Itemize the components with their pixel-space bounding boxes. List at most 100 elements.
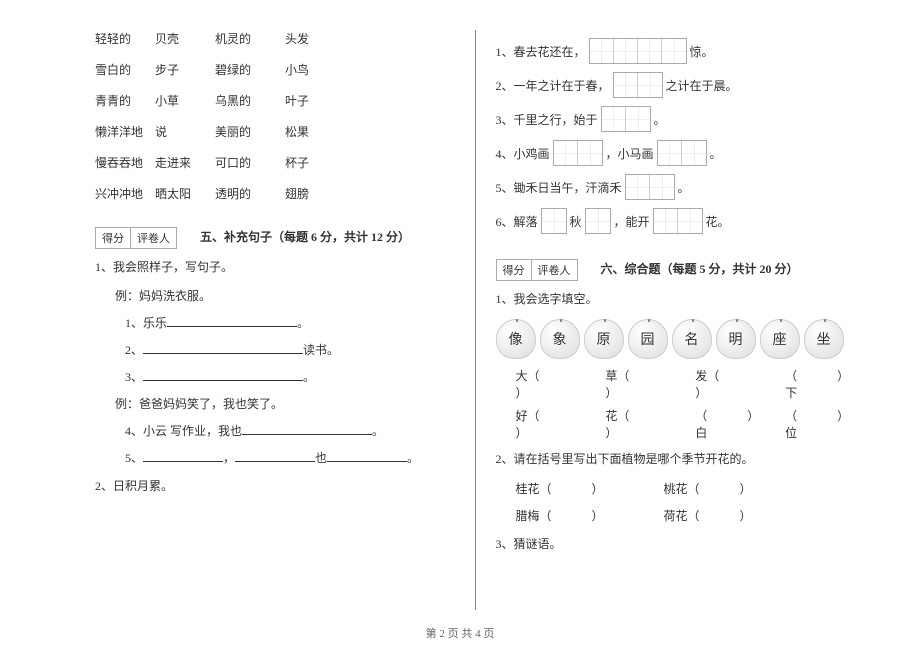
blank-suffix: 。	[303, 370, 315, 384]
fill-text: 4、小鸡画	[496, 145, 550, 162]
plant: 桂花（	[516, 482, 552, 496]
score-box: 得分 评卷人	[496, 259, 578, 281]
fill-1[interactable]: 1、春去花还在， 惊。	[496, 38, 856, 64]
apple-choice: 坐	[804, 319, 844, 359]
choice: 大（	[516, 369, 540, 383]
choice: 花（	[605, 409, 629, 423]
example-1: 例：妈妈洗衣服。	[115, 287, 455, 304]
choice: 发（	[695, 369, 719, 383]
blank-3[interactable]: 3、。	[125, 368, 455, 385]
char-grid[interactable]	[589, 38, 687, 64]
score-box: 得分 评卷人	[95, 227, 177, 249]
blank-1[interactable]: 1、乐乐。	[125, 314, 455, 331]
fill-text: 5、锄禾日当午，汗滴禾	[496, 179, 622, 196]
apple-choice: 座	[760, 319, 800, 359]
plant-end: ）	[592, 509, 604, 523]
blank-also: 也	[315, 451, 327, 465]
blank-prefix: 2、	[125, 343, 143, 357]
section-6-title: 六、综合题（每题 5 分，共计 20 分）	[601, 262, 799, 276]
fill-5[interactable]: 5、锄禾日当午，汗滴禾 。	[496, 174, 856, 200]
plant: 腊梅（	[516, 509, 552, 523]
blank-5[interactable]: 5、，也。	[125, 449, 455, 466]
fill-text: 之计在于晨。	[666, 77, 738, 94]
choice: （	[695, 409, 707, 423]
word: 晒太阳	[155, 185, 215, 202]
blank-suffix: 。	[407, 451, 419, 465]
grader-label: 评卷人	[532, 260, 577, 280]
fill-6[interactable]: 6、解落 秋 ，能开 花。	[496, 208, 856, 234]
q6-2-prompt: 2、请在括号里写出下面植物是哪个季节开花的。	[496, 449, 856, 471]
choice: （	[785, 409, 797, 423]
blank-suffix: 读书。	[303, 343, 339, 357]
fill-2[interactable]: 2、一年之计在于春， 之计在于晨。	[496, 72, 856, 98]
word: 兴冲冲地	[95, 185, 155, 202]
word: 美丽的	[215, 123, 285, 140]
char-grid[interactable]	[657, 140, 707, 166]
apple-choice: 原	[584, 319, 624, 359]
section-5-title: 五、补充句子（每题 6 分，共计 12 分）	[200, 230, 410, 244]
word: 可口的	[215, 154, 285, 171]
q2-prompt: 2、日积月累。	[95, 476, 455, 498]
word: 小草	[155, 92, 215, 109]
fill-text: ，能开	[614, 213, 650, 230]
apple-choice: 明	[716, 319, 756, 359]
grader-label: 评卷人	[131, 228, 176, 248]
blank-suffix: 。	[372, 424, 384, 438]
word: 松果	[285, 123, 345, 140]
char-grid[interactable]	[653, 208, 703, 234]
choice: （	[785, 369, 797, 383]
blank-2[interactable]: 2、 读书。	[125, 341, 455, 358]
blank-4[interactable]: 4、小云 写作业，我也。	[125, 422, 455, 439]
plant-row-2[interactable]: 腊梅（） 荷花（）	[516, 507, 856, 524]
score-label: 得分	[497, 260, 532, 280]
word: 慢吞吞地	[95, 154, 155, 171]
char-grid[interactable]	[613, 72, 663, 98]
choice-end: ）	[695, 386, 707, 400]
example-2: 例：爸爸妈妈笑了，我也笑了。	[115, 395, 455, 412]
word: 步子	[155, 61, 215, 78]
choice-end: ）	[516, 386, 528, 400]
word: 透明的	[215, 185, 285, 202]
q6-3-prompt: 3、猜谜语。	[496, 534, 856, 556]
choice: 草（	[605, 369, 629, 383]
char-grid[interactable]	[541, 208, 567, 234]
char-grid[interactable]	[553, 140, 603, 166]
q6-1-prompt: 1、我会选字填空。	[496, 289, 856, 311]
apple-choice: 象	[540, 319, 580, 359]
left-column: 轻轻的 贝壳 机灵的 头发 雪白的 步子 碧绿的 小鸟 青青的 小草 乌黑的 叶…	[80, 30, 470, 610]
fill-text: 。	[654, 111, 666, 128]
char-grid[interactable]	[585, 208, 611, 234]
fill-4[interactable]: 4、小鸡画 ，小马画 。	[496, 140, 856, 166]
choice-end: ）	[605, 426, 617, 440]
choice-row-1[interactable]: 大（） 草（） 发（） （）下	[516, 367, 856, 401]
apple-choice: 像	[496, 319, 536, 359]
char-grid[interactable]	[601, 106, 651, 132]
right-column: 1、春去花还在， 惊。 2、一年之计在于春， 之计在于晨。 3、千里之行，始于 …	[481, 30, 871, 610]
fill-text: 惊。	[690, 43, 714, 60]
fill-3[interactable]: 3、千里之行，始于 。	[496, 106, 856, 132]
fill-text: ，小马画	[606, 145, 654, 162]
apple-choice: 名	[672, 319, 712, 359]
plant-end: ）	[592, 482, 604, 496]
choice-end: ）	[516, 426, 528, 440]
char-grid[interactable]	[625, 174, 675, 200]
blank-mid: ，	[223, 451, 235, 465]
blank-suffix: 。	[297, 316, 309, 330]
apple-choices: 像 象 原 园 名 明 座 坐	[496, 319, 856, 359]
word: 说	[155, 123, 215, 140]
choice-end: ）	[605, 386, 617, 400]
fill-text: 3、千里之行，始于	[496, 111, 598, 128]
word: 杯子	[285, 154, 345, 171]
word-match-grid: 轻轻的 贝壳 机灵的 头发 雪白的 步子 碧绿的 小鸟 青青的 小草 乌黑的 叶…	[95, 30, 455, 202]
word: 机灵的	[215, 30, 285, 47]
word: 懒洋洋地	[95, 123, 155, 140]
fill-text: 1、春去花还在，	[496, 43, 586, 60]
plant: 荷花（	[664, 509, 700, 523]
word: 小鸟	[285, 61, 345, 78]
word: 贝壳	[155, 30, 215, 47]
plant-row-1[interactable]: 桂花（） 桃花（）	[516, 480, 856, 497]
plant-end: ）	[740, 482, 752, 496]
fill-text: 秋	[570, 213, 582, 230]
choice-row-2[interactable]: 好（） 花（） （）白 （）位	[516, 407, 856, 441]
fill-text: 2、一年之计在于春，	[496, 77, 610, 94]
